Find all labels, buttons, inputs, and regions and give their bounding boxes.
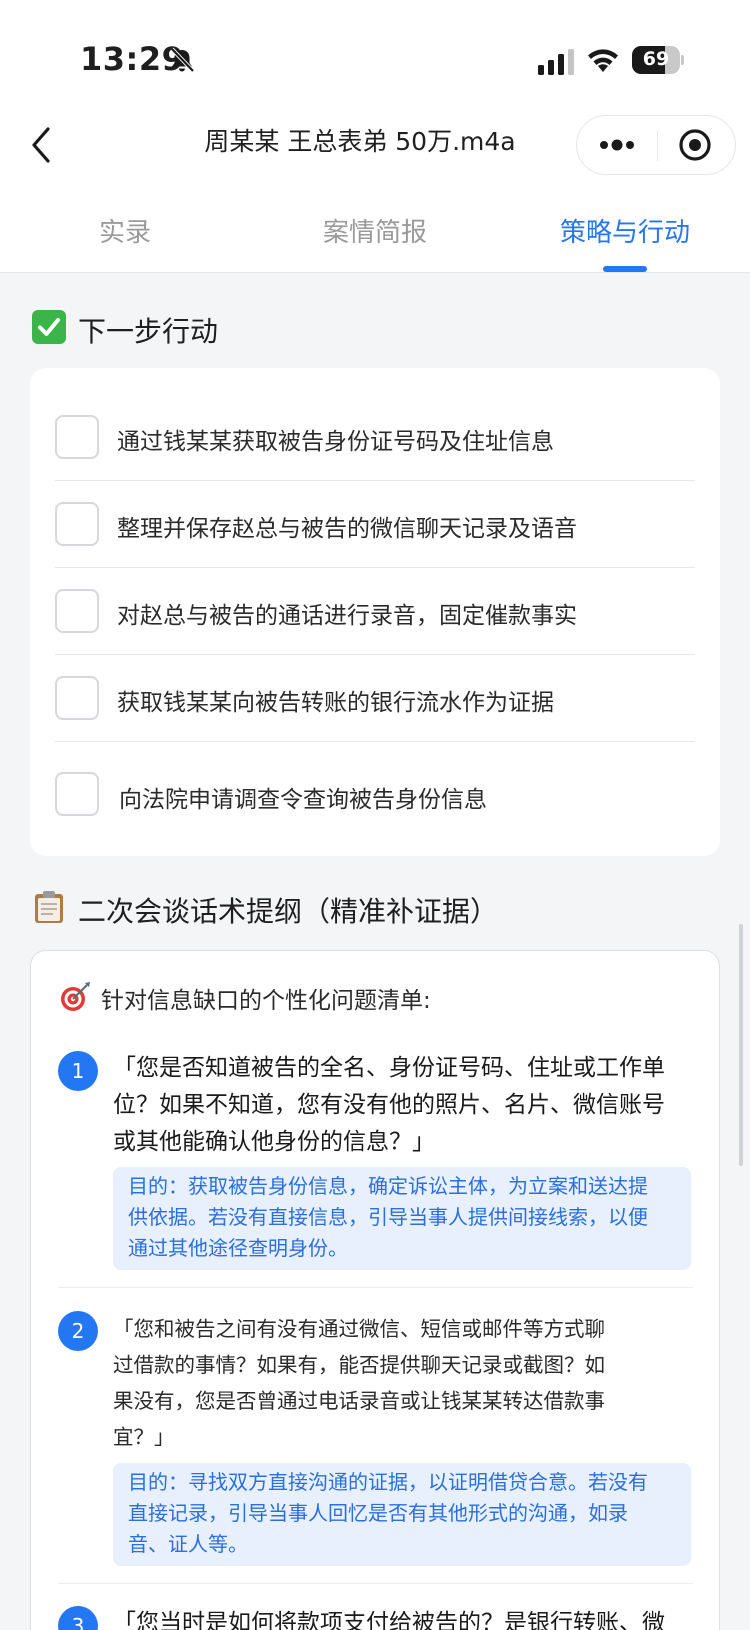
bell-off-icon — [170, 47, 195, 73]
action-label: 整理并保存赵总与被告的微信聊天记录及语音 — [117, 516, 577, 542]
tab-bar: 实录 案情简报 策略与行动 — [0, 200, 750, 273]
question-number-badge: 1 — [58, 1051, 98, 1091]
action-item[interactable]: 获取钱某某向被告转账的银行流水作为证据 — [55, 655, 695, 742]
action-checkbox[interactable] — [55, 502, 99, 546]
outline-title: 二次会谈话术提纲（精准补证据） — [78, 895, 499, 928]
next-steps-card: 通过钱某某获取被告身份证号码及住址信息 整理并保存赵总与被告的微信聊天记录及语音… — [30, 368, 720, 856]
mini-program-capsule — [576, 115, 736, 175]
outline-card: 针对信息缺口的个性化问题清单: 1 「您是否知道被告的全名、身份证号码、住址或工… — [30, 950, 720, 1630]
target-icon — [61, 982, 90, 1011]
nav-bar: 周某某 王总表弟 50万.m4a — [0, 100, 750, 190]
close-mini-program-icon[interactable] — [657, 116, 737, 174]
more-options-icon[interactable] — [577, 116, 657, 174]
cellular-signal-icon — [538, 49, 574, 75]
action-item[interactable]: 通过钱某某获取被告身份证号码及住址信息 — [55, 394, 695, 481]
back-arrow-icon[interactable] — [26, 120, 60, 170]
clipboard-icon — [35, 891, 63, 923]
action-checkbox[interactable] — [55, 415, 99, 459]
question-text: 「您当时是如何将款项支付给被告的？是银行转账、微 — [113, 1610, 665, 1630]
question-divider — [58, 1583, 693, 1584]
question-purpose: 目的：获取被告身份信息，确定诉讼主体，为立案和送达提 供依据。若没有直接信息，引… — [113, 1167, 691, 1270]
question-number-badge: 3 — [58, 1606, 98, 1630]
action-checkbox[interactable] — [55, 772, 99, 816]
action-label: 向法院申请调查令查询被告身份信息 — [119, 787, 487, 813]
wifi-icon — [588, 49, 618, 72]
tab-case-brief[interactable]: 案情简报 — [275, 212, 475, 249]
next-steps-title: 下一步行动 — [78, 315, 219, 348]
question-list-title: 针对信息缺口的个性化问题清单: — [101, 988, 431, 1014]
tab-transcript[interactable]: 实录 — [25, 212, 225, 249]
question-purpose: 目的：寻找双方直接沟通的证据，以证明借贷合意。若没有 直接记录，引导当事人回忆是… — [113, 1463, 691, 1566]
action-item[interactable]: 整理并保存赵总与被告的微信聊天记录及语音 — [55, 481, 695, 568]
question-divider — [58, 1287, 693, 1288]
top-area: 13:29 69 周某某 王总表弟 50万.m4a 实录 案情简报 策略与行动 — [0, 0, 750, 273]
status-bar: 13:29 69 — [0, 0, 750, 100]
page-title: 周某某 王总表弟 50万.m4a — [204, 127, 516, 156]
active-tab-indicator — [603, 266, 647, 272]
action-label: 对赵总与被告的通话进行录音，固定催款事实 — [117, 603, 577, 629]
check-mark-icon — [32, 310, 66, 344]
question-text: 「您和被告之间有没有通过微信、短信或邮件等方式聊 过借款的事情？如果有，能否提供… — [113, 1317, 605, 1449]
question-text: 「您是否知道被告的全名、身份证号码、住址或工作单 位？如果不知道，您有没有他的照… — [113, 1055, 665, 1155]
action-label: 获取钱某某向被告转账的银行流水作为证据 — [117, 690, 554, 716]
action-checkbox[interactable] — [55, 676, 99, 720]
scrollbar[interactable] — [739, 924, 743, 1166]
action-checkbox[interactable] — [55, 589, 99, 633]
action-label: 通过钱某某获取被告身份证号码及住址信息 — [117, 429, 554, 455]
battery-percent: 69 — [642, 48, 670, 70]
action-item[interactable]: 向法院申请调查令查询被告身份信息 — [55, 742, 695, 829]
battery-icon: 69 — [632, 46, 684, 74]
question-number-badge: 2 — [58, 1311, 98, 1351]
tab-strategy-actions[interactable]: 策略与行动 — [525, 212, 725, 249]
action-item[interactable]: 对赵总与被告的通话进行录音，固定催款事实 — [55, 568, 695, 655]
